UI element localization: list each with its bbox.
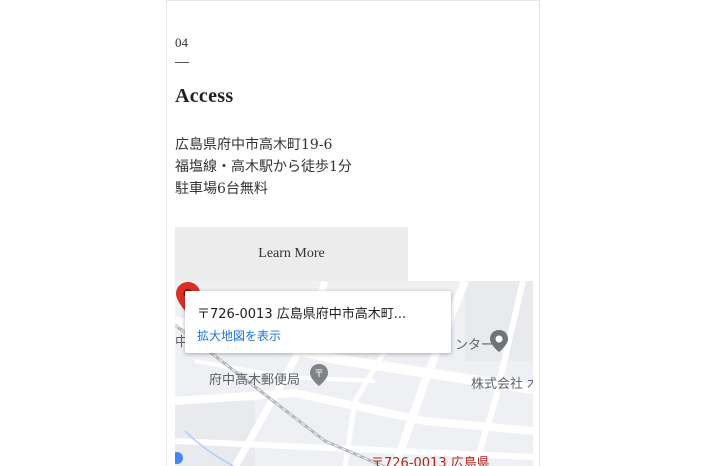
map-label-company-tail: 木 [527, 373, 533, 392]
marker-address-label: 〒726-0013 広島県 [371, 456, 490, 466]
access-line: 福塩線・高木駅から徒歩1分 [175, 159, 352, 175]
parking-line: 駐車場6台無料 [175, 181, 268, 197]
transit-icon [175, 452, 183, 464]
address-line: 広島県府中市高木町19-6 [175, 137, 333, 153]
view-larger-map-link[interactable]: 拡大地図を表示 [197, 327, 281, 344]
embedded-map[interactable]: 中 ンター 府中高木郵便局 〒 株式会社 木 〒726-0013 広島県 [175, 281, 533, 466]
learn-more-button[interactable]: Learn More [175, 227, 408, 281]
post-office-icon: 〒 [310, 364, 328, 386]
map-label-post-office: 府中高木郵便局 [209, 373, 301, 388]
svg-text:〒: 〒 [314, 369, 324, 380]
section-divider [175, 62, 189, 63]
map-label-company: 株式会社 [471, 377, 524, 392]
location-pin-icon [490, 330, 508, 352]
section-number: 04 [175, 35, 188, 50]
map-info-window: 〒726-0013 広島県府中市高木町... 拡大地図を表示 [185, 291, 451, 353]
address-block: 広島県府中市高木町19-6 福塩線・高木駅から徒歩1分 駐車場6台無料 [175, 134, 352, 200]
page: 04 Access 広島県府中市高木町19-6 福塩線・高木駅から徒歩1分 駐車… [0, 0, 701, 466]
access-card: 04 Access 広島県府中市高木町19-6 福塩線・高木駅から徒歩1分 駐車… [166, 0, 540, 466]
map-info-title: 〒726-0013 広島県府中市高木町... [197, 307, 407, 322]
section-title: Access [175, 85, 234, 107]
